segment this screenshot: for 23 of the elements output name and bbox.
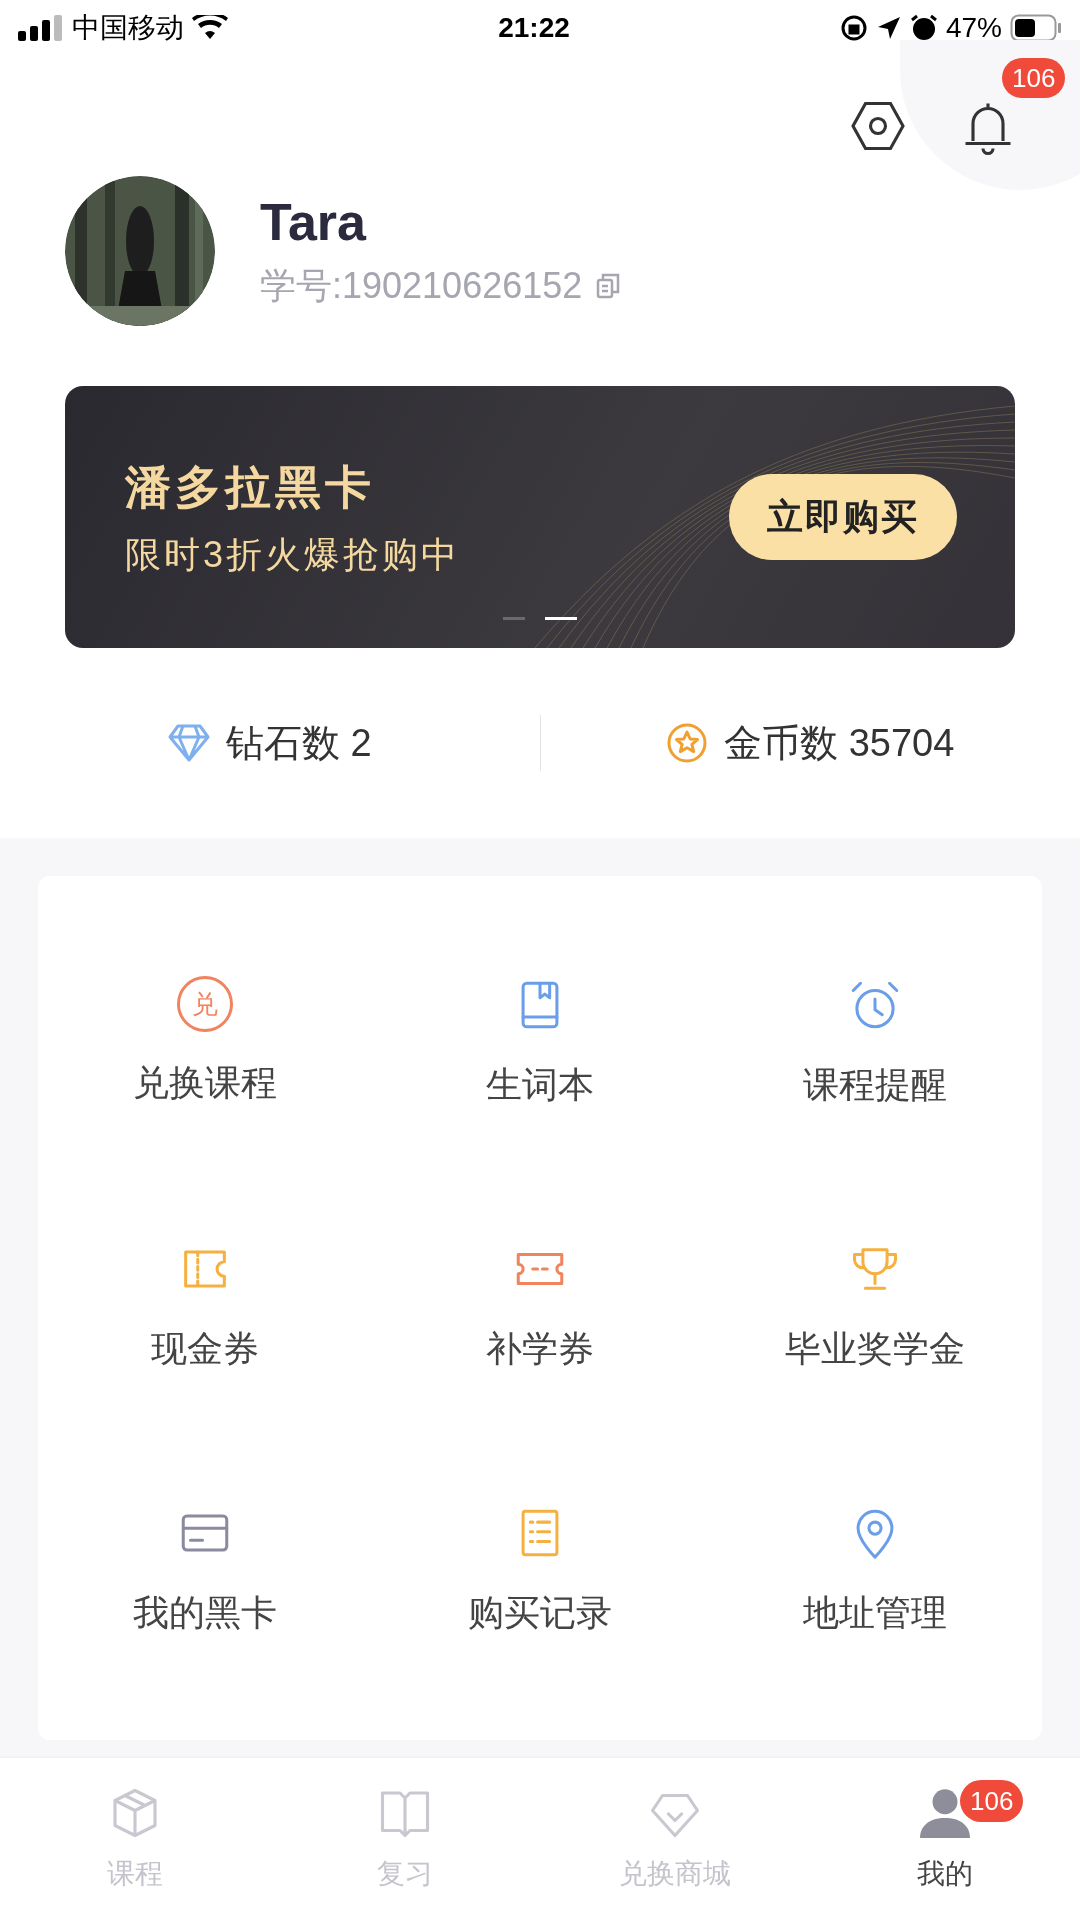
tab-bar-item[interactable]: 我的 106 bbox=[810, 1758, 1080, 1920]
battery-percent: 47% bbox=[945, 11, 1002, 45]
banner-title: 潘多拉黑卡 bbox=[125, 459, 376, 515]
menu-item[interactable]: 课程提醒 bbox=[707, 976, 1042, 1112]
buy-now-button[interactable]: 立即购买 bbox=[729, 474, 957, 560]
stat-label: 钻石数 2 bbox=[225, 720, 372, 766]
menu-item[interactable]: 兑 兑换课程 bbox=[38, 976, 373, 1112]
clock-time: 21:22 bbox=[498, 11, 570, 45]
menu-item[interactable]: 地址管理 bbox=[707, 1504, 1042, 1640]
menu-item[interactable]: 我的黑卡 bbox=[38, 1504, 373, 1640]
student-id: 学号:190210626152 bbox=[260, 263, 583, 308]
menu-item[interactable]: 毕业奖学金 bbox=[707, 1240, 1042, 1376]
stat-label: 金币数 35704 bbox=[724, 720, 955, 766]
redeem-icon: 兑 bbox=[177, 976, 234, 1032]
menu-item[interactable]: 现金券 bbox=[38, 1240, 373, 1376]
user-name: Tara bbox=[260, 191, 368, 253]
carrier-name: 中国移动 bbox=[72, 11, 184, 45]
menu-item[interactable]: 生词本 bbox=[372, 976, 708, 1112]
banner-subtitle: 限时3折火爆抢购中 bbox=[125, 532, 461, 577]
menu-item[interactable]: 补学券 bbox=[372, 1240, 708, 1376]
menu-item[interactable]: 购买记录 bbox=[372, 1504, 708, 1640]
notification-badge: 106 bbox=[960, 1780, 1024, 1822]
promo-banner[interactable]: 潘多拉黑卡 限时3折火爆抢购中 立即购买 bbox=[65, 386, 1015, 648]
